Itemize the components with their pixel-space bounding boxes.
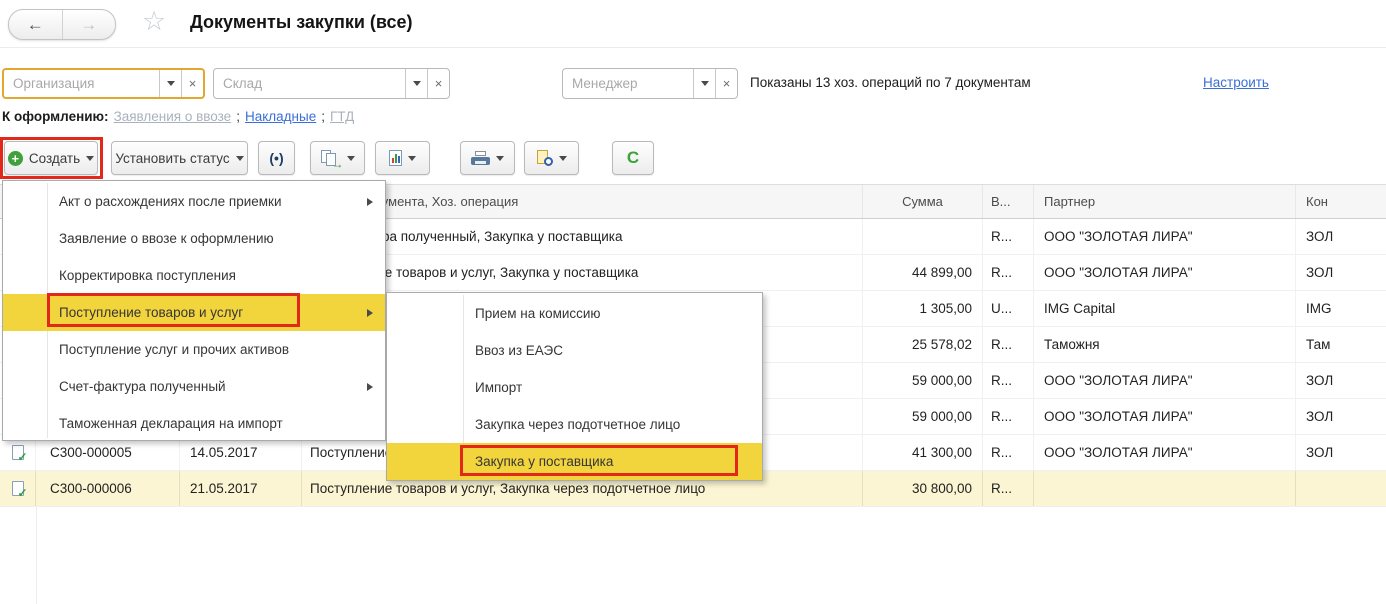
import-applications-link[interactable]: Заявления о ввозе [114, 109, 232, 124]
column-header-sum[interactable]: Сумма [863, 185, 983, 218]
menu-item-receipt-correction[interactable]: Корректировка поступления [3, 257, 385, 294]
back-arrow-icon: ← [27, 15, 44, 35]
separator: ; [321, 109, 325, 124]
page-title: Документы закупки (все) [190, 12, 413, 33]
printer-icon [471, 151, 490, 166]
menu-item-label: Закупка через подотчетное лицо [475, 417, 680, 432]
separator: ; [236, 109, 240, 124]
menu-item-label: Поступление услуг и прочих активов [59, 342, 289, 357]
menu-item-goods-services-receipt[interactable]: Поступление товаров и услуг [3, 294, 385, 331]
menu-item-label: Заявление о ввозе к оформлению [59, 231, 274, 246]
close-icon: × [723, 76, 731, 91]
menu-item-label: Счет-фактура полученный [59, 379, 226, 394]
configure-link[interactable]: Настроить [1203, 75, 1269, 90]
to-process-label: К оформлению: [2, 109, 109, 124]
reports-button[interactable] [375, 141, 430, 175]
column-header-partner[interactable]: Партнер [1034, 185, 1296, 218]
goods-receipt-submenu: Прием на комиссию Ввоз из ЕАЭС Импорт За… [386, 292, 763, 481]
manager-clear-button[interactable]: × [715, 69, 737, 98]
create-based-on-button[interactable]: → [310, 141, 365, 175]
scheduled-docs-button[interactable] [524, 141, 579, 175]
warehouse-dropdown-button[interactable] [405, 69, 427, 98]
favorite-star-icon[interactable]: ☆ [142, 6, 166, 37]
manager-input[interactable]: Менеджер [563, 69, 693, 98]
posted-document-icon: ✓ [12, 445, 24, 460]
manager-dropdown-button[interactable] [693, 69, 715, 98]
purchase-documents-window: ← → ☆ Документы закупки (все) Организаци… [0, 0, 1386, 604]
organization-dropdown-button[interactable] [159, 70, 181, 97]
menu-item-services-other-assets[interactable]: Поступление услуг и прочих активов [3, 331, 385, 368]
organization-clear-button[interactable]: × [181, 70, 203, 97]
forward-button[interactable]: → [63, 10, 116, 39]
chevron-down-icon [408, 156, 416, 161]
related-documents-icon: (•) [269, 150, 283, 166]
list-summary-text: Показаны 13 хоз. операций по 7 документа… [750, 75, 1031, 90]
column-header-contractor[interactable]: Кон [1296, 185, 1386, 218]
gtd-link[interactable]: ГТД [330, 109, 354, 124]
chevron-down-icon [559, 156, 567, 161]
create-button[interactable]: + Создать [4, 141, 98, 175]
menu-item-import-application[interactable]: Заявление о ввозе к оформлению [3, 220, 385, 257]
warehouse-filter[interactable]: Склад × [213, 68, 450, 99]
submenu-item-commission[interactable]: Прием на комиссию [387, 295, 762, 332]
waybills-link[interactable]: Накладные [245, 109, 316, 124]
submenu-item-import[interactable]: Импорт [387, 369, 762, 406]
menu-item-label: Корректировка поступления [59, 268, 236, 283]
grid-column-divider [36, 507, 37, 604]
create-dropdown-menu: Акт о расхождениях после приемки Заявлен… [2, 180, 386, 441]
close-icon: × [435, 76, 443, 91]
print-button[interactable] [460, 141, 515, 175]
column-header-currency[interactable]: В... [983, 185, 1034, 218]
menu-item-invoice-received[interactable]: Счет-фактура полученный [3, 368, 385, 405]
document-clock-icon [537, 150, 553, 166]
organization-filter[interactable]: Организация × [2, 68, 205, 99]
menu-item-label: Акт о расхождениях после приемки [59, 194, 282, 209]
manager-filter[interactable]: Менеджер × [562, 68, 738, 99]
warehouse-input[interactable]: Склад [214, 69, 405, 98]
organization-input[interactable]: Организация [4, 70, 159, 97]
menu-item-label: Таможенная декларация на импорт [59, 416, 283, 431]
submenu-item-supplier-purchase[interactable]: Закупка у поставщика [387, 443, 762, 480]
close-icon: × [189, 76, 197, 91]
chevron-down-icon [236, 156, 244, 161]
header-divider [0, 47, 1386, 48]
back-button[interactable]: ← [9, 10, 63, 39]
related-documents-button[interactable]: (•) [258, 141, 295, 175]
chevron-down-icon [701, 81, 709, 86]
nav-button-group: ← → [8, 9, 116, 40]
forward-arrow-icon: → [80, 15, 97, 35]
chevron-down-icon [347, 156, 355, 161]
chevron-down-icon [413, 81, 421, 86]
submenu-arrow-icon [367, 383, 373, 391]
green-arrow-icon: → [332, 158, 344, 170]
warehouse-clear-button[interactable]: × [427, 69, 449, 98]
submenu-arrow-icon [367, 309, 373, 317]
report-chart-icon [389, 150, 402, 166]
set-status-button[interactable]: Установить статус [111, 141, 248, 175]
submenu-item-accountable-person[interactable]: Закупка через подотчетное лицо [387, 406, 762, 443]
menu-item-label: Поступление товаров и услуг [59, 305, 243, 320]
menu-item-label: Закупка у поставщика [475, 454, 613, 469]
menu-item-label: Прием на комиссию [475, 306, 601, 321]
check-icon: ✓ [17, 451, 27, 463]
menu-item-label: Ввоз из ЕАЭС [475, 343, 563, 358]
chevron-down-icon [496, 156, 504, 161]
set-status-label: Установить статус [115, 151, 229, 166]
chevron-down-icon [167, 81, 175, 86]
menu-item-customs-declaration[interactable]: Таможенная декларация на импорт [3, 405, 385, 442]
to-process-row: К оформлению: Заявления о ввозе ; Наклад… [2, 109, 354, 124]
menu-item-discrepancy-act[interactable]: Акт о расхождениях после приемки [3, 183, 385, 220]
plus-icon: + [8, 151, 23, 166]
menu-item-label: Импорт [475, 380, 522, 395]
check-icon: ✓ [17, 487, 27, 499]
refresh-button[interactable]: C [612, 141, 654, 175]
create-based-on-icon: → [321, 150, 341, 167]
submenu-item-eaeu-import[interactable]: Ввоз из ЕАЭС [387, 332, 762, 369]
submenu-arrow-icon [367, 198, 373, 206]
create-button-label: Создать [29, 151, 80, 166]
posted-document-icon: ✓ [12, 481, 24, 496]
column-header-operation[interactable]: Вид документа, Хоз. операция [302, 185, 863, 218]
chevron-down-icon [86, 156, 94, 161]
refresh-icon: C [627, 148, 639, 168]
